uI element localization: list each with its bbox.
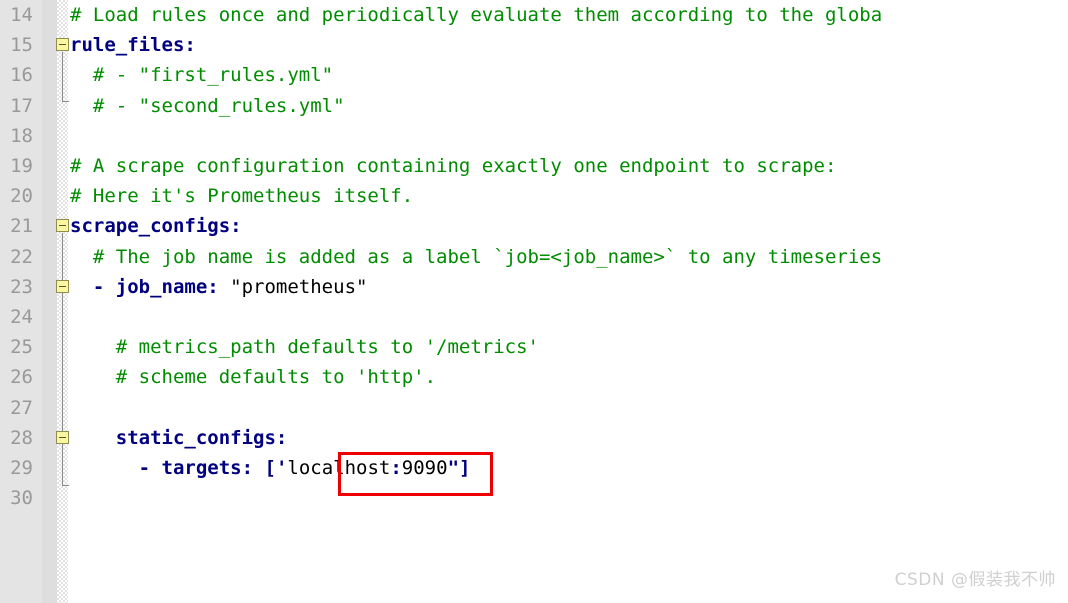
line-number: 24 [10, 306, 33, 328]
line-number: 22 [10, 245, 33, 268]
code-token: : [184, 34, 196, 57]
code-line-text[interactable]: # Load rules once and periodically evalu… [70, 0, 882, 30]
fold-toggle-icon[interactable] [56, 38, 69, 52]
code-line[interactable]: 29 - targets: ['localhost:9090"] [0, 453, 1068, 483]
line-number: 18 [10, 124, 33, 147]
line-number: 28 [10, 426, 33, 449]
line-number: 29 [10, 457, 33, 479]
line-number: 19 [10, 155, 33, 177]
code-line-text[interactable]: rule_files: [70, 30, 196, 60]
code-token: # metrics_path defaults to '/metrics' [70, 336, 539, 359]
line-number: 14 [10, 4, 33, 26]
line-number: 27 [10, 396, 33, 419]
code-line[interactable]: 26 # scheme defaults to 'http'. [0, 362, 1068, 392]
code-token: targets [161, 457, 242, 479]
code-token: # A scrape configuration containing exac… [70, 155, 837, 177]
code-token: : [275, 426, 288, 449]
code-token: : [207, 275, 219, 298]
line-number: 30 [10, 487, 33, 510]
code-line[interactable]: 28 static_configs: [0, 423, 1068, 453]
code-line[interactable]: 18 [0, 121, 1068, 151]
code-token: scrape_configs [70, 215, 231, 238]
line-number: 20 [10, 185, 33, 208]
line-number: 25 [10, 336, 33, 359]
code-line[interactable]: 16 # - "first_rules.yml" [0, 60, 1068, 90]
code-line-text[interactable]: # The job name is added as a label `job=… [70, 242, 882, 272]
code-line-text[interactable]: # - "first_rules.yml" [70, 60, 333, 90]
code-line[interactable]: 22 # The job name is added as a label `j… [0, 242, 1068, 272]
code-token: # The job name is added as a label `job=… [70, 245, 883, 268]
code-line[interactable]: 23 - job_name: "prometheus" [0, 272, 1068, 302]
code-line[interactable]: 30 [0, 483, 1068, 513]
code-line-text[interactable]: - job_name: "prometheus" [70, 272, 368, 302]
code-token: : [390, 457, 402, 479]
code-line-text[interactable]: # metrics_path defaults to '/metrics' [70, 332, 539, 362]
code-token: localhost [287, 457, 391, 479]
line-number: 26 [10, 366, 33, 389]
code-token: - [70, 457, 162, 479]
code-editor[interactable]: 14 # Load rules once and periodically eva… [0, 0, 1068, 603]
code-line[interactable]: 24 [0, 302, 1068, 332]
code-line-text[interactable]: # - "second_rules.yml" [70, 91, 345, 121]
code-line[interactable]: 21 scrape_configs: [0, 211, 1068, 241]
code-token: "] [447, 457, 471, 479]
code-token: 9090 [401, 457, 448, 479]
code-line-text[interactable]: - targets: ['localhost:9090"] [70, 453, 471, 483]
code-line[interactable]: 25 # metrics_path defaults to '/metrics' [0, 332, 1068, 362]
code-token: # scheme defaults to 'http'. [70, 366, 437, 389]
code-line[interactable]: 15 rule_files: [0, 30, 1068, 60]
code-token: # Here it's Prometheus itself. [70, 185, 414, 208]
fold-connector-end-scrape-configs [62, 485, 69, 486]
code-token: "prometheus" [218, 275, 368, 298]
code-token: - [70, 275, 116, 298]
line-number: 16 [10, 64, 33, 87]
code-line-text[interactable]: scrape_configs: [70, 211, 242, 241]
code-line[interactable]: 27 [0, 393, 1068, 423]
code-token: [' [264, 457, 288, 479]
code-line-text[interactable]: # A scrape configuration containing exac… [70, 151, 836, 181]
fold-connector-end-rule-files [62, 101, 69, 102]
code-token: # Load rules once and periodically evalu… [70, 4, 883, 26]
code-line[interactable]: 17 # - "second_rules.yml" [0, 91, 1068, 121]
code-token: : [241, 457, 254, 479]
code-line[interactable]: 20 # Here it's Prometheus itself. [0, 181, 1068, 211]
fold-toggle-icon[interactable] [56, 219, 69, 233]
line-number: 17 [10, 94, 33, 117]
fold-connector-line-scrape-configs [62, 233, 63, 486]
fold-toggle-icon[interactable] [56, 430, 69, 444]
code-token: # - "second_rules.yml" [70, 94, 345, 117]
code-token: : [230, 215, 242, 238]
fold-connector-line-rule-files [62, 52, 63, 102]
line-number: 21 [10, 215, 33, 238]
csdn-watermark: CSDN @假装我不帅 [894, 569, 1056, 590]
fold-toggle-icon[interactable] [56, 279, 69, 293]
code-token: # - "first_rules.yml" [70, 64, 334, 87]
code-line-text[interactable]: # scheme defaults to 'http'. [70, 362, 436, 392]
line-number: 15 [10, 34, 33, 57]
code-token: static_configs [115, 426, 276, 449]
code-token: rule_files [70, 34, 185, 57]
code-line-text[interactable]: static_configs: [70, 423, 288, 453]
code-line-text[interactable]: # Here it's Prometheus itself. [70, 181, 413, 211]
code-token: job_name [115, 275, 208, 298]
line-number: 23 [10, 275, 33, 298]
code-line[interactable]: 14 # Load rules once and periodically eva… [0, 0, 1068, 30]
code-line[interactable]: 19 # A scrape configuration containing ex… [0, 151, 1068, 181]
